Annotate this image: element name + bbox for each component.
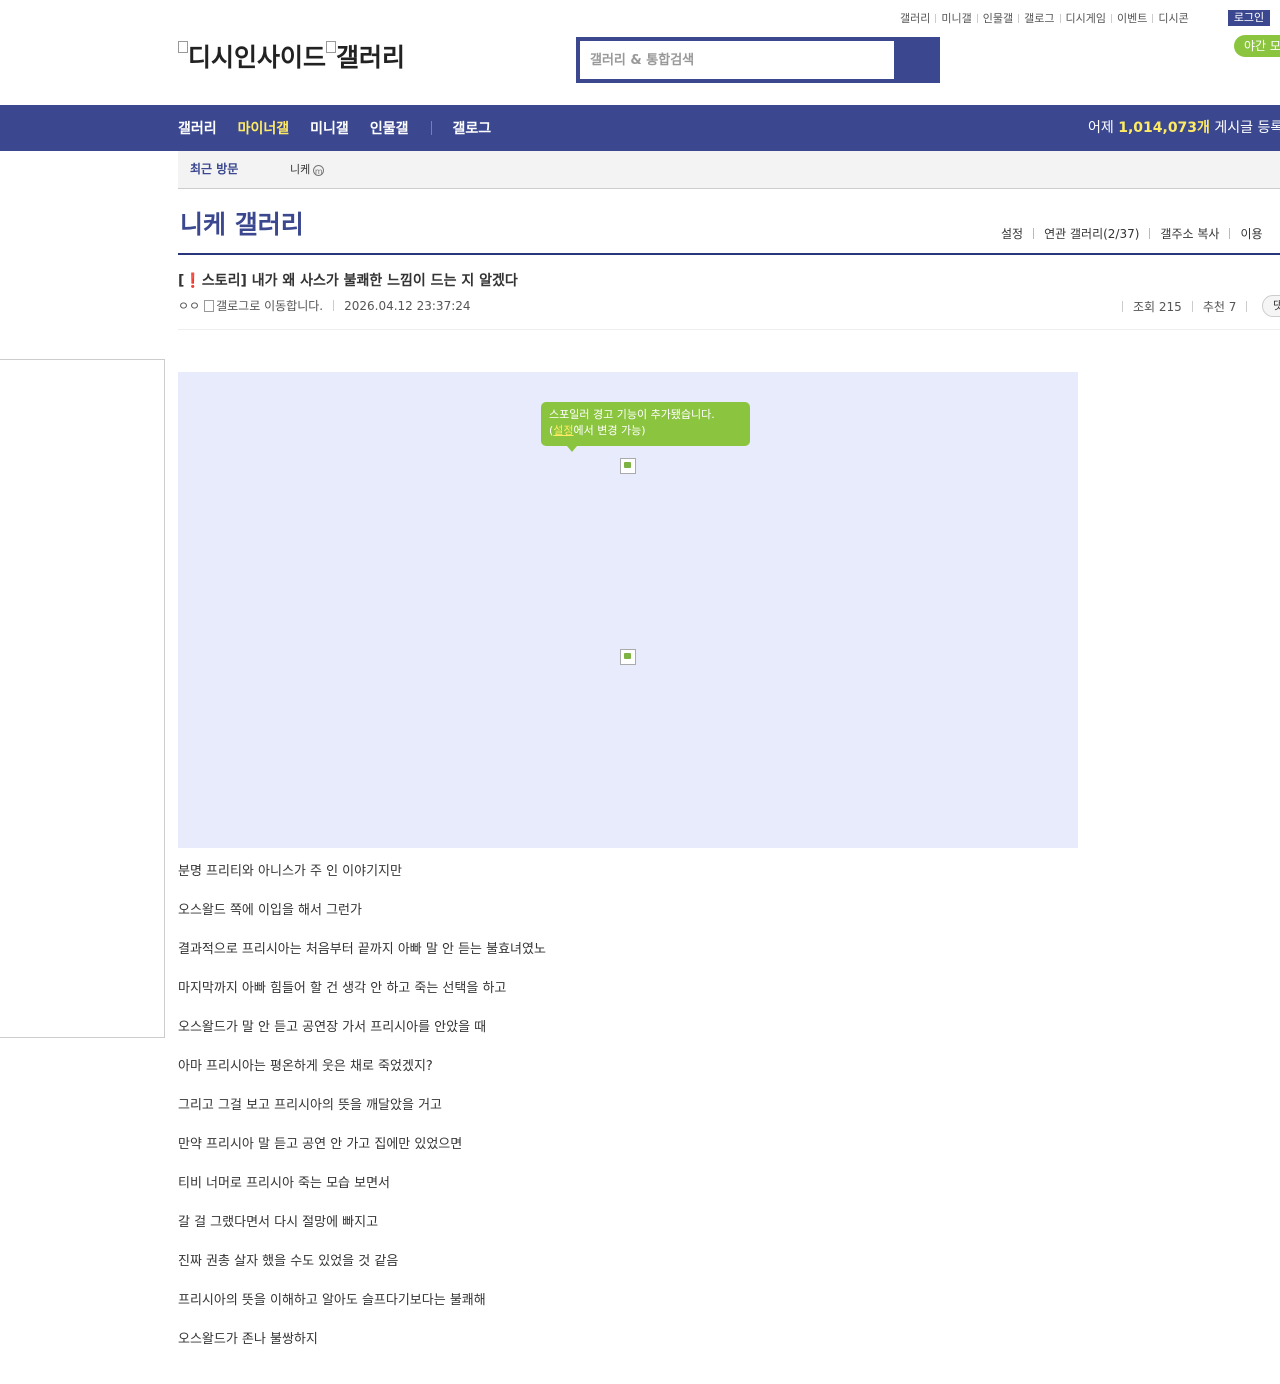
spoiler-area: 스포일러 경고 기능이 추가됐습니다. (설정에서 변경 가능) (178, 372, 1078, 848)
copy-gallery-address-link[interactable]: 갤주소 복사 (1160, 225, 1219, 242)
divider (1152, 13, 1154, 23)
recent-visit-item[interactable]: 니케 m (290, 151, 325, 188)
util-link-gallog[interactable]: 갤로그 (1024, 10, 1054, 26)
util-link-persongall[interactable]: 인물갤 (983, 10, 1013, 26)
search-button[interactable] (896, 37, 940, 83)
title-text: 스토리] 내가 왜 사스가 불쾌한 느낌이 드는 지 알겠다 (201, 273, 518, 289)
minor-gallery-badge-icon: m (313, 165, 325, 176)
body-line: 프리시아의 뜻을 이해하고 알아도 슬프다기보다는 불쾌해 (178, 1293, 486, 1308)
body-line: 만약 프리시아 말 듣고 공연 안 가고 집에만 있었으면 (178, 1137, 463, 1152)
spoiler-settings-link[interactable]: 설정 (553, 424, 573, 437)
tooltip-rest: 에서 변경 가능) (573, 424, 646, 437)
gallog-link-alt: 갤로그로 이동합니다. (216, 299, 324, 313)
divider (1191, 301, 1193, 312)
nav-person-gallery[interactable]: 인물갤 (370, 118, 409, 138)
nav-mini-gallery[interactable]: 미니갤 (310, 118, 349, 138)
body-line: 결과적으로 프리시아는 처음부터 끝까지 아빠 말 안 듣는 불효녀였노 (178, 942, 546, 957)
util-link-dcgame[interactable]: 디시게임 (1066, 10, 1106, 26)
gallery-title[interactable]: 니케 갤러리 (180, 205, 304, 241)
count-suffix: 게시글 등록 (1214, 120, 1280, 136)
divider (1149, 228, 1151, 239)
post-count: 어제 1,014,073개 게시글 등록 (1088, 105, 1280, 151)
divider (1246, 301, 1248, 312)
body-line: 그리고 그걸 보고 프리시아의 뜻을 깨달았을 거고 (178, 1098, 442, 1113)
search-field-wrap (580, 41, 894, 79)
usage-link[interactable]: 이용 (1240, 225, 1262, 242)
tooltip-line1: 스포일러 경고 기능이 추가됐습니다. (549, 408, 715, 421)
night-mode-button[interactable]: 야간 모 (1234, 35, 1280, 57)
recent-visit-bar: 최근 방문 니케 m (178, 151, 1280, 189)
util-link-minigall[interactable]: 미니갤 (941, 10, 971, 26)
divider (1122, 301, 1123, 312)
login-button[interactable]: 로그인 (1228, 10, 1270, 26)
util-link-gallery[interactable]: 갤러리 (900, 10, 930, 26)
util-link-event[interactable]: 이벤트 (1117, 10, 1147, 26)
body-line: 아마 프리시아는 평온하게 웃은 채로 죽었겠지? (178, 1059, 433, 1074)
count-value: 1,014,073개 (1118, 120, 1210, 136)
author-nickname[interactable]: ㅇㅇ (178, 297, 200, 314)
exclamation-icon: ❗ (184, 273, 202, 289)
spoiler-tooltip: 스포일러 경고 기능이 추가됐습니다. (설정에서 변경 가능) (541, 402, 750, 452)
broken-image-icon (178, 41, 188, 53)
nav-divider (431, 121, 433, 135)
search-box (576, 37, 940, 83)
divider (1033, 228, 1035, 239)
post-body: 분명 프리티와 아니스가 주 인 이야기지만 오스왈드 쪽에 이입을 해서 그런… (178, 862, 546, 1369)
divider (976, 13, 978, 23)
body-line: 분명 프리티와 아니스가 주 인 이야기지만 (178, 864, 402, 879)
nav-gallog[interactable]: 갤로그 (452, 118, 491, 138)
gallery-title-divider (178, 253, 1280, 255)
gallery-settings-link[interactable]: 설정 (1001, 225, 1023, 242)
post-title: [❗스토리] 내가 왜 사스가 불쾌한 느낌이 드는 지 알겠다 (178, 270, 518, 290)
divider (1018, 13, 1020, 23)
search-input[interactable] (580, 41, 894, 79)
body-line: 진짜 권총 살자 했을 수도 있었을 것 같음 (178, 1254, 399, 1269)
logo-text-dcinside: 디시인사이드 (188, 43, 327, 72)
body-line: 갈 걸 그랬다면서 다시 절망에 빠지고 (178, 1215, 379, 1230)
post-info: ㅇㅇ 갤로그로 이동합니다. 2026.04.12 23:37:24 (178, 297, 471, 314)
divider (1110, 13, 1112, 23)
post-datetime: 2026.04.12 23:37:24 (344, 298, 471, 313)
body-line: 오스왈드가 존나 불쌍하지 (178, 1332, 318, 1347)
util-link-dccon[interactable]: 디시콘 (1158, 10, 1188, 26)
divider (935, 13, 937, 23)
tooltip-tail (567, 446, 577, 452)
post-header-divider (178, 329, 1280, 330)
recommend-count: 추천 7 (1202, 300, 1237, 314)
recent-visit-label: 최근 방문 (190, 162, 239, 176)
recent-visit-item-label: 니케 (290, 163, 311, 176)
related-gallery-link[interactable]: 연관 갤러리(2/37) (1044, 225, 1139, 242)
body-line: 티비 너머로 프리시아 죽는 모습 보면서 (178, 1176, 391, 1191)
main-nav-bar: 갤러리 마이너갤 미니갤 인물갤 갤로그 어제 1,014,073개 게시글 등… (0, 105, 1280, 151)
main-nav: 갤러리 마이너갤 미니갤 인물갤 갤로그 (178, 105, 512, 151)
comment-button[interactable]: 댓 (1262, 295, 1280, 317)
gallery-menu: 설정 연관 갤러리(2/37) 갤주소 복사 이용 (1001, 225, 1263, 242)
body-line: 마지막까지 아빠 힘들어 할 건 생각 안 하고 죽는 선택을 하고 (178, 981, 507, 996)
divider (1059, 13, 1061, 23)
tooltip-line2: (설정에서 변경 가능) (549, 423, 742, 439)
nav-minor-gallery[interactable]: 마이너갤 (238, 118, 290, 138)
search-icon (896, 37, 940, 83)
body-line: 오스왈드 쪽에 이입을 해서 그런가 (178, 903, 362, 918)
body-line: 오스왈드가 말 안 듣고 공연장 가서 프리시아를 안았을 때 (178, 1020, 487, 1035)
top-utility-nav: 갤러리 미니갤 인물갤 갤로그 디시게임 이벤트 디시콘 (900, 10, 1189, 26)
gallog-link[interactable]: 갤로그로 이동합니다. (204, 297, 323, 314)
post-stats: 조회 215 추천 7 (1122, 298, 1257, 315)
left-ad-box (0, 359, 165, 1038)
count-prefix: 어제 (1088, 120, 1114, 136)
view-count: 조회 215 (1133, 300, 1182, 314)
divider (1229, 228, 1231, 239)
site-logo[interactable]: 디시인사이드 갤러리 (178, 38, 405, 74)
broken-image-icon (204, 299, 215, 312)
broken-image-icon (620, 458, 636, 474)
nav-gallery[interactable]: 갤러리 (178, 118, 217, 138)
broken-image-icon (326, 41, 337, 53)
logo-text-gallery: 갤러리 (336, 43, 406, 72)
divider (333, 300, 335, 311)
broken-image-icon (620, 649, 636, 665)
